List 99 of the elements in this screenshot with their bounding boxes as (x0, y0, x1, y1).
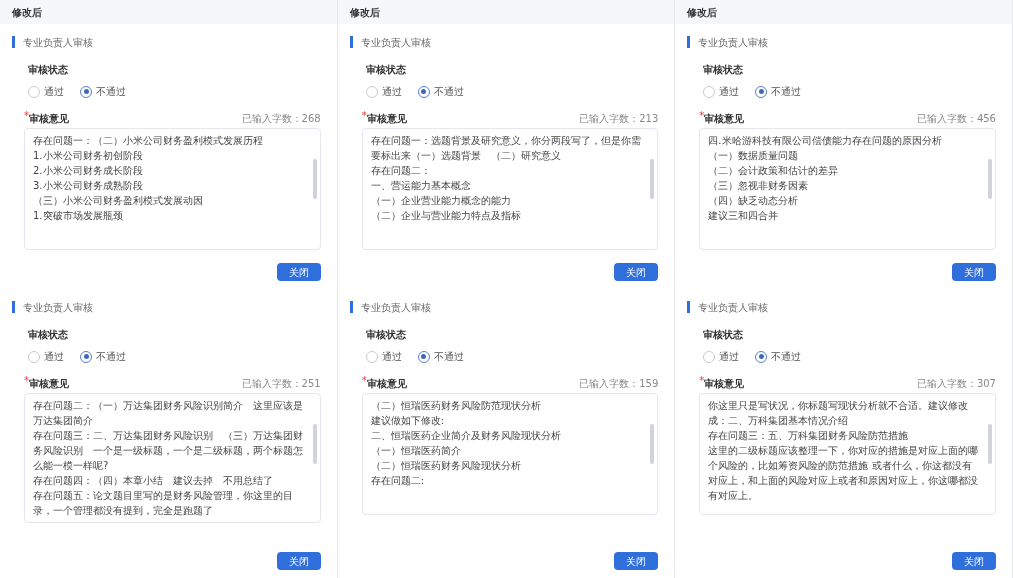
comment-line: 存在问题四：（四）本章小结 建议去掉 不用总结了 (33, 474, 274, 488)
comment-field[interactable]: 存在问题二：（一）万达集团财务风险识别简介 这里应该是万达集团简介 存在问题三：二、万达集团财务风险识别 （三）万达集团财务风险识别 一个是一级标题，一个是二级标题，两个标题怎么能一模一样呢? 存在问题四：（四）本章小结 建议去掉 不用总结了 存在问题五：论文题目里写的是财务风险管理，你这里的目录，一个管理都没有提到，完全是跑题了 (24, 393, 321, 523)
comment-line: （二）会计政策和估计的差异 (708, 164, 840, 178)
radio-option[interactable]: 不通过 (417, 84, 464, 99)
section-title: 专业负责人审核 (23, 35, 93, 50)
scrollbar-thumb[interactable] (312, 159, 317, 199)
comment-line: 四.米哈游科技有限公司偿债能力存在问题的原因分析 (708, 134, 943, 148)
comment-line: （一）数据质量问题 (708, 149, 800, 163)
char-count: 已输入字数：307 (916, 377, 996, 391)
opinion-label: 审核意见 (366, 377, 407, 391)
required-mark: * (361, 376, 367, 386)
radio-option[interactable]: 通过 (365, 84, 402, 99)
radio-option[interactable]: 不通过 (417, 349, 464, 364)
status-label: 审核状态 (703, 64, 744, 75)
comment-line: 建议三和四合并 (708, 209, 780, 223)
comment-line: 存在问题一：（二）小米公司财务盈利模式发展历程 (33, 134, 264, 148)
radio-option[interactable]: 通过 (703, 84, 740, 99)
char-count: 已输入字数：268 (241, 112, 321, 126)
scrollbar-thumb[interactable] (650, 159, 655, 199)
close-button[interactable]: 关闭 (614, 263, 659, 281)
comment-line: 1.突破市场发展瓶颈 (33, 209, 124, 223)
comment-field[interactable]: 你这里只是写状况，你标题写现状分析就不合适。建议修改成：二、万科集团基本情况介绍 存在问题三：五、万科集团财务风险防范措施 这里的二级标题应该整理一下，你对应的措施是对应上面的哪个风险的，比如筹资风险的防范措施 或者什么，你这都没有对应上，和上面的风险对应上或者和原因对应上，你这哪都没有对应上。 (699, 393, 996, 515)
comment-line: 存在问题二：（一）万达集团财务风险识别简介 这里应该是万达集团简介 (33, 399, 304, 428)
comment-line: （一）恒瑞医药简介 (370, 444, 462, 458)
section-marker (349, 36, 353, 48)
opinion-label: 审核意见 (704, 377, 745, 391)
comment-field[interactable]: （二）恒瑞医药财务风险防范现状分析 建议做如下修改: 二、恒瑞医药企业简介及财务风险现状分析 （一）恒瑞医药简介 （二）恒瑞医药财务风险现状分析 存在问题二: (361, 393, 659, 515)
char-count: 已输入字数：213 (579, 112, 659, 126)
section-title: 专业负责人审核 (23, 300, 93, 315)
section-marker (687, 301, 691, 313)
radio-option[interactable]: 不通过 (755, 349, 802, 364)
comment-line: 存在问题五：论文题目里写的是财务风险管理，你这里的目录，一个管理都没有提到，完全是跑题了 (33, 489, 294, 518)
status-label: 审核状态 (365, 329, 406, 340)
comment-line: 1.小米公司财务初创阶段 (33, 149, 144, 163)
radio-option[interactable]: 通过 (28, 349, 64, 364)
comment-line: 存在问题三：二、万达集团财务风险识别 （三）万达集团财务风险识别 一个是一级标题，一个是二级标题，两个标题怎么能一模一样呢? (33, 429, 304, 473)
section-title: 专业负责人审核 (698, 300, 769, 315)
char-count: 已输入字数：456 (916, 112, 996, 126)
required-mark: * (699, 111, 705, 121)
comment-line: （三）小米公司财务盈利模式发展动因 (33, 194, 204, 208)
comment-line: （二）企业与营业能力特点及指标 (370, 209, 522, 223)
scrollbar-thumb[interactable] (988, 159, 992, 199)
status-label: 审核状态 (703, 329, 744, 340)
comment-line: 一、营运能力基本概念 (370, 179, 472, 193)
comment-field[interactable]: 存在问题一：选题背景及研究意义，你分两段写了，但是你需要标出来（一）选题背景 （二）研究意义 存在问题二： 一、营运能力基本概念 （一）企业营业能力概念的能力 （二）企业与营业能力特点及指标 (361, 128, 659, 250)
status-label: 审核状态 (365, 64, 406, 75)
comment-line: 存在问题二: (370, 474, 426, 488)
required-mark: * (699, 376, 705, 386)
section-title: 专业负责人审核 (360, 35, 431, 50)
section-marker (12, 301, 15, 313)
comment-line: 这里的二级标题应该整理一下，你对应的措施是对应上面的哪个风险的，比如筹资风险的防范措施 或者什么，你这都没有对应上，和上面的风险对应上或者和原因对应上，你这哪都没有对应上。 (708, 444, 979, 503)
close-button[interactable]: 关闭 (952, 263, 996, 281)
comment-field[interactable]: 四.米哈游科技有限公司偿债能力存在问题的原因分析 （一）数据质量问题 （二）会计政策和估计的差异 （三）忽视非财务因素 （四）缺乏动态分析 建议三和四合并 (699, 128, 996, 250)
radio-option[interactable]: 不通过 (80, 84, 126, 99)
section-marker (687, 36, 691, 48)
char-count: 已输入字数：251 (241, 377, 321, 391)
comment-line: 你这里只是写状况，你标题写现状分析就不合适。建议修改成：二、万科集团基本情况介绍 (708, 399, 970, 428)
comment-line: （二）恒瑞医药财务风险防范现状分析 (370, 399, 542, 413)
status-label: 审核状态 (28, 329, 68, 340)
scrollbar-thumb[interactable] (988, 424, 992, 464)
char-count: 已输入字数：159 (579, 377, 659, 391)
comment-line: 2.小米公司财务成长阶段 (33, 164, 144, 178)
comment-field[interactable]: 存在问题一：（二）小米公司财务盈利模式发展历程 1.小米公司财务初创阶段 2.小米公司财务成长阶段 3.小米公司财务成熟阶段 （三）小米公司财务盈利模式发展动因 1.突破市场发展瓶颈 (24, 128, 321, 250)
required-mark: * (24, 111, 29, 121)
comment-line: 存在问题二： (370, 164, 432, 178)
comment-line: 二、恒瑞医药企业简介及财务风险现状分析 (370, 429, 562, 443)
radio-option[interactable]: 通过 (703, 349, 740, 364)
radio-option[interactable]: 通过 (28, 84, 64, 99)
close-button[interactable]: 关闭 (952, 552, 996, 570)
close-button[interactable]: 关闭 (276, 263, 321, 281)
header-title: 修改后 (12, 5, 42, 20)
comment-line: 存在问题一：选题背景及研究意义，你分两段写了，但是你需要标出来（一）选题背景 （二）研究意义 (370, 134, 642, 163)
comment-line: （二）恒瑞医药财务风险现状分析 (370, 459, 522, 473)
close-button[interactable]: 关闭 (276, 552, 321, 570)
comment-line: 建议做如下修改: (370, 414, 446, 428)
required-mark: * (361, 111, 367, 121)
section-title: 专业负责人审核 (698, 35, 769, 50)
section-title: 专业负责人审核 (360, 300, 431, 315)
opinion-label: 审核意见 (366, 112, 407, 126)
status-label: 审核状态 (28, 64, 68, 75)
required-mark: * (24, 376, 29, 386)
scrollbar-thumb[interactable] (650, 424, 655, 464)
radio-option[interactable]: 不通过 (80, 349, 126, 364)
opinion-label: 审核意见 (29, 112, 69, 126)
section-marker (12, 36, 15, 48)
comment-line: （四）缺乏动态分析 (708, 194, 800, 208)
opinion-label: 审核意见 (704, 112, 745, 126)
close-button[interactable]: 关闭 (614, 552, 659, 570)
comment-line: 存在问题三：五、万科集团财务风险防范措施 (708, 429, 910, 443)
header-title: 修改后 (349, 5, 380, 20)
section-marker (349, 301, 353, 313)
comment-line: （三）忽视非财务因素 (708, 179, 810, 193)
opinion-label: 审核意见 (29, 377, 69, 391)
scrollbar-thumb[interactable] (312, 424, 317, 464)
comment-line: （一）企业营业能力概念的能力 (370, 194, 512, 208)
header-title: 修改后 (687, 5, 718, 20)
radio-option[interactable]: 通过 (365, 349, 402, 364)
radio-option[interactable]: 不通过 (755, 84, 802, 99)
comment-line: 3.小米公司财务成熟阶段 (33, 179, 144, 193)
